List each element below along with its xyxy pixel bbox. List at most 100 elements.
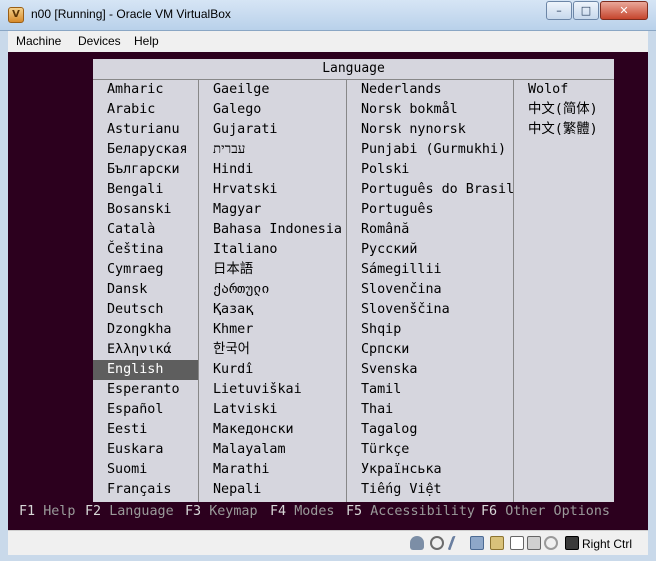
optical-drive-icon[interactable] [430, 536, 444, 550]
language-option[interactable]: Português do Brasil [347, 180, 513, 200]
language-option[interactable]: Amharic [93, 80, 198, 100]
language-option[interactable]: English [93, 360, 198, 380]
column-divider [513, 80, 514, 502]
language-option[interactable]: Svenska [347, 360, 513, 380]
language-option[interactable]: Українська [347, 460, 513, 480]
language-option[interactable]: Русский [347, 240, 513, 260]
f1-help-hint[interactable]: F1 Help [19, 502, 75, 522]
language-option[interactable]: Asturianu [93, 120, 198, 140]
menu-devices[interactable]: Devices [78, 34, 121, 48]
language-option[interactable]: Sámegillii [347, 260, 513, 280]
language-option[interactable]: Română [347, 220, 513, 240]
language-option[interactable]: Wolof [514, 80, 614, 100]
language-option[interactable]: Dansk [93, 280, 198, 300]
title-bar: V n00 [Running] - Oracle VM VirtualBox –… [0, 0, 656, 31]
virtualbox-app-icon[interactable]: V [8, 7, 24, 23]
language-option[interactable]: Malayalam [199, 440, 346, 460]
f4-modes-hint[interactable]: F4 Modes [270, 502, 335, 522]
language-option[interactable]: ქართული [199, 280, 346, 300]
language-option[interactable]: Kurdî [199, 360, 346, 380]
language-option[interactable]: Hindi [199, 160, 346, 180]
language-option[interactable]: Dzongkha [93, 320, 198, 340]
language-option[interactable]: Български [93, 160, 198, 180]
video-capture-icon[interactable] [527, 536, 541, 550]
language-option[interactable]: עברית [199, 140, 346, 160]
vm-screen[interactable]: Language Amharic Arabic Asturianu Беларуска… [8, 52, 648, 530]
language-option[interactable]: Беларуская [93, 140, 198, 160]
language-option[interactable]: Ελληνικά [93, 340, 198, 360]
language-option[interactable]: Hrvatski [199, 180, 346, 200]
language-option[interactable]: 日本語 [199, 260, 346, 280]
language-option[interactable]: Arabic [93, 100, 198, 120]
menu-help[interactable]: Help [134, 34, 159, 48]
language-option[interactable]: Српски [347, 340, 513, 360]
hard-disk-icon[interactable] [410, 536, 424, 550]
close-button[interactable]: ✕ [600, 1, 648, 20]
language-option[interactable]: Cymraeg [93, 260, 198, 280]
language-option[interactable]: Latviski [199, 400, 346, 420]
f3-keymap-hint[interactable]: F3 Keymap [185, 502, 258, 522]
mouse-integration-icon[interactable] [544, 536, 558, 550]
language-option[interactable]: Français [93, 480, 198, 500]
language-option[interactable]: Khmer [199, 320, 346, 340]
language-option[interactable]: Deutsch [93, 300, 198, 320]
window-title: n00 [Running] - Oracle VM VirtualBox [31, 7, 231, 21]
language-column-2: Gaeilge Galego Gujarati עברית Hindi Hrvatski M… [199, 80, 346, 502]
language-option[interactable]: Suomi [93, 460, 198, 480]
language-option[interactable]: 한국어 [199, 340, 346, 360]
maximize-button[interactable]: □ [573, 1, 599, 20]
language-option[interactable]: Thai [347, 400, 513, 420]
menu-machine[interactable]: Machine [16, 34, 61, 48]
language-option[interactable]: 中文(简体) [514, 100, 614, 120]
language-column-1: Amharic Arabic Asturianu Беларуская Българск… [93, 80, 198, 502]
language-column-4: Wolof 中文(简体) 中文(繁體) [514, 80, 614, 140]
language-option[interactable]: Gujarati [199, 120, 346, 140]
language-column-3: Nederlands Norsk bokmål Norsk nynorsk Punja… [347, 80, 513, 502]
language-option[interactable]: Português [347, 200, 513, 220]
language-option[interactable]: Euskara [93, 440, 198, 460]
function-key-bar: F1 Help F2 Language F3 Keymap F4 Modes F… [8, 502, 648, 522]
language-option[interactable]: Slovenščina [347, 300, 513, 320]
status-bar: Right Ctrl [8, 530, 648, 556]
language-option[interactable]: Gaeilge [199, 80, 346, 100]
language-option[interactable]: Italiano [199, 240, 346, 260]
language-option[interactable]: Punjabi (Gurmukhi) [347, 140, 513, 160]
display-icon[interactable] [510, 536, 524, 550]
language-option[interactable]: 中文(繁體) [514, 120, 614, 140]
language-option[interactable]: Македонски [199, 420, 346, 440]
language-option[interactable]: Marathi [199, 460, 346, 480]
language-option[interactable]: Eesti [93, 420, 198, 440]
menu-bar: Machine Devices Help [8, 31, 648, 53]
language-option[interactable]: Esperanto [93, 380, 198, 400]
language-dialog: Language Amharic Arabic Asturianu Беларуска… [93, 59, 614, 502]
language-option[interactable]: Nederlands [347, 80, 513, 100]
language-option[interactable]: Bahasa Indonesia [199, 220, 346, 240]
language-option[interactable]: Türkçe [347, 440, 513, 460]
language-option[interactable]: Galego [199, 100, 346, 120]
language-option[interactable]: Tiếng Việt [347, 480, 513, 500]
f2-language-hint[interactable]: F2 Language [85, 502, 174, 522]
language-option[interactable]: Shqip [347, 320, 513, 340]
language-option[interactable]: Lietuviškai [199, 380, 346, 400]
language-option[interactable]: Nepali [199, 480, 346, 500]
f5-accessibility-hint[interactable]: F5 Accessibility [346, 502, 475, 522]
language-option[interactable]: Norsk nynorsk [347, 120, 513, 140]
language-option[interactable]: Español [93, 400, 198, 420]
language-option[interactable]: Bosanski [93, 200, 198, 220]
language-option[interactable]: Norsk bokmål [347, 100, 513, 120]
language-option[interactable]: Bengali [93, 180, 198, 200]
language-option[interactable]: Slovenčina [347, 280, 513, 300]
language-option[interactable]: Català [93, 220, 198, 240]
minimize-button[interactable]: – [546, 1, 572, 20]
shared-folders-icon[interactable] [490, 536, 504, 550]
language-option[interactable]: Čeština [93, 240, 198, 260]
language-option[interactable]: Қазақ [199, 300, 346, 320]
keyboard-capture-icon[interactable] [565, 536, 579, 550]
language-option[interactable]: Tamil [347, 380, 513, 400]
usb-icon[interactable] [447, 536, 467, 550]
network-icon[interactable] [470, 536, 484, 550]
language-option[interactable]: Magyar [199, 200, 346, 220]
language-option[interactable]: Polski [347, 160, 513, 180]
language-option[interactable]: Tagalog [347, 420, 513, 440]
f6-other-options-hint[interactable]: F6 Other Options [481, 502, 610, 522]
